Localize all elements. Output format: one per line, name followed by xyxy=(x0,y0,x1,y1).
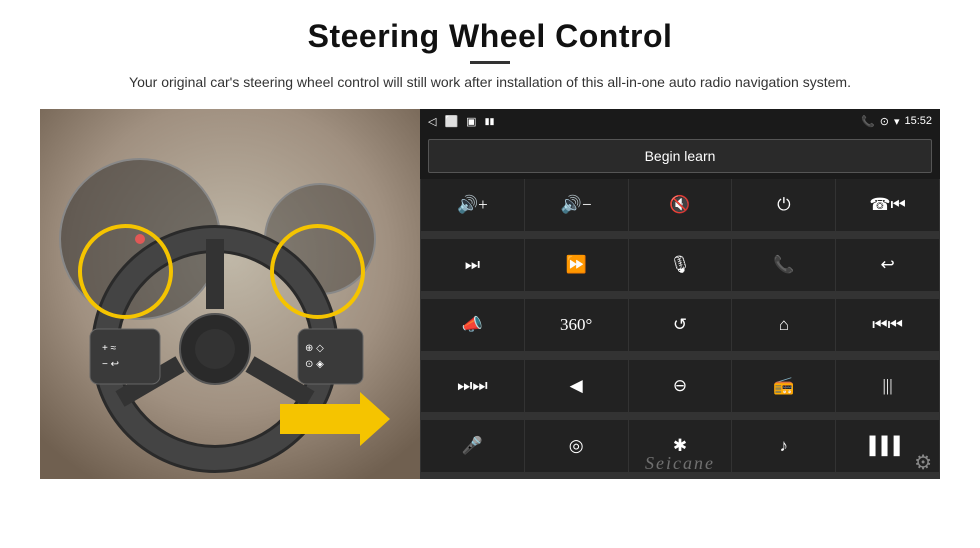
highlight-circle-right xyxy=(270,224,365,319)
bluetooth-btn[interactable]: ✱ xyxy=(629,420,732,472)
battery-sim-icon: ▮▮ xyxy=(485,116,495,127)
begin-learn-button[interactable]: Begin learn xyxy=(428,139,932,173)
status-bar-left: ◁ ⬜ ▣ ▮▮ xyxy=(428,115,494,128)
next-btn[interactable]: ⏭ xyxy=(421,239,524,291)
page-wrapper: Steering Wheel Control Your original car… xyxy=(0,0,980,548)
title-section: Steering Wheel Control Your original car… xyxy=(129,18,851,103)
car-image-placeholder: + ≈ − ↩ ⊕ ◇ ⊙ ◈ xyxy=(40,109,420,479)
radio-btn[interactable]: 📻 xyxy=(732,360,835,412)
return-btn[interactable]: ↺ xyxy=(629,299,732,351)
home-nav-icon[interactable]: ⬜ xyxy=(444,115,458,128)
android-panel: ◁ ⬜ ▣ ▮▮ 📞 ⊙ ▾ 15:52 Begin learn 🔊+🔊−🔇⏻☎… xyxy=(420,109,940,479)
home-btn[interactable]: ⌂ xyxy=(732,299,835,351)
vol-up-btn[interactable]: 🔊+ xyxy=(421,179,524,231)
call-btn[interactable]: 📞 xyxy=(732,239,835,291)
recents-nav-icon[interactable]: ▣ xyxy=(466,115,476,128)
page-title: Steering Wheel Control xyxy=(129,18,851,55)
wifi-icon: ▾ xyxy=(894,115,900,128)
voice-btn[interactable]: 🎤 xyxy=(421,420,524,472)
cam360-btn[interactable]: 360° xyxy=(525,299,628,351)
vol-down-btn[interactable]: 🔊− xyxy=(525,179,628,231)
phone-prev-btn[interactable]: ☎⏮ xyxy=(836,179,939,231)
ffwd-btn[interactable]: ⏩ xyxy=(525,239,628,291)
status-bar-right: 📞 ⊙ ▾ 15:52 xyxy=(861,115,932,128)
hangup-btn[interactable]: ↩ xyxy=(836,239,939,291)
horn-btn[interactable]: 📣 xyxy=(421,299,524,351)
eject-btn[interactable]: ⊖ xyxy=(629,360,732,412)
highlight-circle-left xyxy=(78,224,173,319)
mute-btn[interactable]: 🔇 xyxy=(629,179,732,231)
nextfwd-btn[interactable]: ⏭⏭ xyxy=(421,360,524,412)
location-icon: ⊙ xyxy=(880,115,889,128)
status-bar: ◁ ⬜ ▣ ▮▮ 📞 ⊙ ▾ 15:52 xyxy=(420,109,940,133)
back-nav-icon[interactable]: ◁ xyxy=(428,115,436,128)
svg-text:⊙ ◈: ⊙ ◈ xyxy=(305,359,324,370)
svg-text:− ↩: − ↩ xyxy=(102,359,119,370)
svg-text:+ ≈: + ≈ xyxy=(102,343,117,354)
power-btn[interactable]: ⏻ xyxy=(732,179,835,231)
music-btn[interactable]: ♪ xyxy=(732,420,835,472)
status-time: 15:52 xyxy=(904,115,932,127)
phone-icon: 📞 xyxy=(861,115,875,128)
content-row: + ≈ − ↩ ⊕ ◇ ⊙ ◈ xyxy=(40,109,940,479)
car-image-area: + ≈ − ↩ ⊕ ◇ ⊙ ◈ xyxy=(40,109,420,479)
knob-btn[interactable]: ◎ xyxy=(525,420,628,472)
svg-text:⊕ ◇: ⊕ ◇ xyxy=(305,343,324,354)
page-subtitle: Your original car's steering wheel contr… xyxy=(129,72,851,93)
mic-btn[interactable]: 🎙 xyxy=(629,239,732,291)
controls-grid: 🔊+🔊−🔇⏻☎⏮⏭⏩🎙📞↩📣360°↺⌂⏮⏮⏭⏭◀⊖📻|||🎤◎✱♪▌▌▌ xyxy=(420,179,940,479)
title-divider xyxy=(470,61,510,64)
eq-btn[interactable]: ||| xyxy=(836,360,939,412)
prevprev-btn[interactable]: ⏮⏮ xyxy=(836,299,939,351)
nav-btn[interactable]: ◀ xyxy=(525,360,628,412)
gear-icon[interactable]: ⚙ xyxy=(914,450,932,475)
